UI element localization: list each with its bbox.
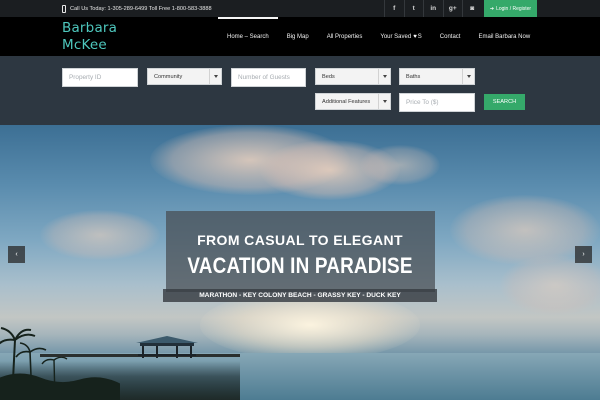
site-logo[interactable]: Barbara McKee: [62, 20, 117, 54]
chevron-down-icon: [378, 94, 390, 109]
hero-caption-box: [166, 211, 435, 292]
slider-next-button[interactable]: ›: [575, 246, 592, 263]
chevron-down-icon: [378, 69, 390, 84]
chevron-down-icon: [209, 69, 221, 84]
palm-trees-image: [0, 327, 120, 400]
login-register-button[interactable]: ➔ Login / Register: [484, 0, 537, 17]
number-of-guests-input[interactable]: Number of Guests: [231, 68, 306, 87]
additional-features-select[interactable]: Additional Features: [315, 93, 391, 110]
hero-heading-small: FROM CASUAL TO ELEGANT: [197, 232, 403, 248]
heart-icon: ♥: [413, 33, 417, 40]
social-links: f t in g+ ◙: [384, 0, 482, 17]
login-icon: ➔: [489, 5, 495, 12]
phone-icon: [62, 4, 66, 13]
hero-heading-large: VACATION IN PARADISE: [187, 253, 413, 278]
hero-locations: MARATHON - KEY COLONY BEACH - GRASSY KEY…: [0, 289, 600, 302]
google-plus-icon[interactable]: g+: [442, 0, 463, 17]
beds-label: Beds: [322, 73, 335, 80]
google-plus-glyph: g+: [448, 5, 457, 12]
phone-text: Call Us Today: 1-305-289-6499 Toll Free …: [70, 5, 212, 12]
chevron-left-icon: ‹: [15, 251, 18, 258]
beds-select[interactable]: Beds: [315, 68, 391, 85]
nav-item-home-search[interactable]: Home – Search: [218, 17, 278, 56]
baths-select[interactable]: Baths: [399, 68, 475, 85]
gazebo-image: [136, 336, 198, 358]
main-nav: Home – Search Big Map All Properties You…: [218, 17, 539, 56]
features-label: Additional Features: [322, 98, 371, 105]
linkedin-glyph: in: [430, 5, 437, 12]
logo-line-2: McKee: [62, 37, 107, 53]
chevron-down-icon: [462, 69, 474, 84]
phone-info: Call Us Today: 1-305-289-6499 Toll Free …: [62, 3, 212, 14]
facebook-glyph: f: [393, 5, 396, 12]
nav-item-all-properties[interactable]: All Properties: [318, 17, 372, 56]
nav-item-big-map[interactable]: Big Map: [278, 17, 318, 56]
nav-item-your-saved[interactable]: Your Saved ♥ S: [371, 17, 430, 56]
nav-label: Your Saved: [380, 33, 412, 40]
nav-label: Home – Search: [227, 33, 269, 40]
guests-placeholder: Number of Guests: [238, 74, 290, 81]
instagram-icon[interactable]: ◙: [462, 0, 482, 17]
top-bar: Call Us Today: 1-305-289-6499 Toll Free …: [0, 0, 600, 17]
hero-locations-text: MARATHON - KEY COLONY BEACH - GRASSY KEY…: [163, 289, 437, 302]
instagram-glyph: ◙: [470, 5, 475, 12]
nav-label: Big Map: [286, 33, 309, 40]
nav-label: All Properties: [326, 33, 363, 40]
hero-cloud: [360, 145, 440, 185]
search-panel: [0, 56, 600, 125]
site-header: Barbara McKee Home – Search Big Map All …: [0, 17, 600, 56]
facebook-icon[interactable]: f: [384, 0, 404, 17]
linkedin-icon[interactable]: in: [423, 0, 443, 17]
nav-label: Email Barbara Now: [478, 33, 531, 40]
property-id-input[interactable]: Property ID: [62, 68, 138, 87]
search-button[interactable]: SEARCH: [484, 94, 525, 110]
chevron-right-icon: ›: [582, 251, 585, 258]
nav-item-email-barbara[interactable]: Email Barbara Now: [469, 17, 539, 56]
price-placeholder: Price To ($): [406, 99, 439, 106]
price-to-input[interactable]: Price To ($): [399, 93, 475, 112]
twitter-glyph: t: [412, 5, 415, 12]
nav-label: Contact: [439, 33, 461, 40]
slider-prev-button[interactable]: ‹: [8, 246, 25, 263]
community-label: Community: [154, 73, 183, 80]
logo-line-1: Barbara: [62, 20, 118, 36]
nav-item-contact[interactable]: Contact: [431, 17, 470, 56]
baths-label: Baths: [406, 73, 421, 80]
property-id-placeholder: Property ID: [69, 74, 102, 81]
nav-label-suffix: S: [417, 33, 422, 40]
twitter-icon[interactable]: t: [403, 0, 424, 17]
login-register-label: Login / Register: [496, 5, 532, 12]
community-select[interactable]: Community: [147, 68, 222, 85]
